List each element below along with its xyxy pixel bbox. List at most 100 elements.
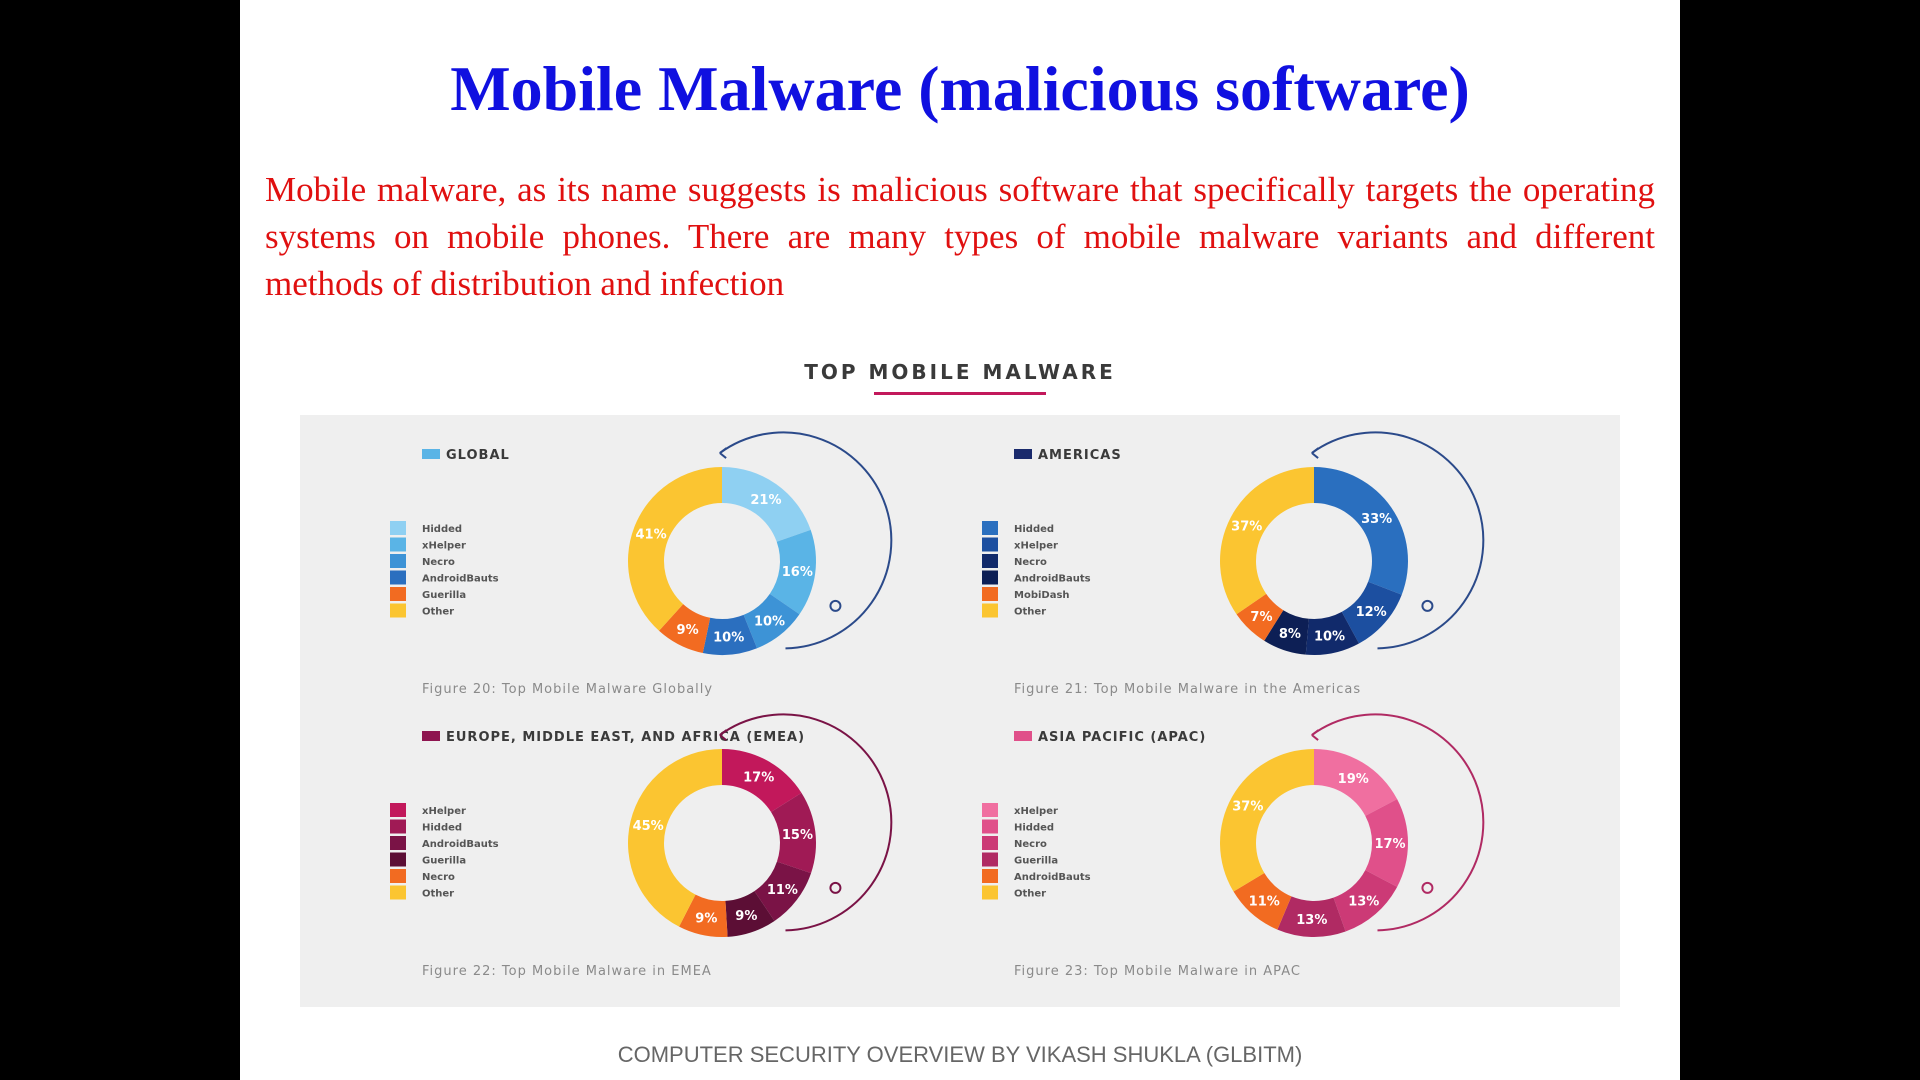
- cycle-arrow-end-global: [829, 599, 842, 612]
- legend-swatch-global-3: [390, 570, 406, 585]
- legend-label-americas-0: Hidded: [1014, 524, 1054, 535]
- legend-swatch-americas-0: [982, 521, 998, 535]
- cycle-arrow-head-americas: [1311, 447, 1320, 459]
- infographic-panel: GLOBAL 21% 16% 10% 10% 9% 41% Hidded xHelper Necr…: [300, 415, 1620, 1007]
- slide: Mobile Malware (malicious software) Mobi…: [240, 0, 1680, 1080]
- legend-swatch-global-1: [390, 537, 406, 552]
- legend-label-asia-pacific-apac-5: Other: [1014, 889, 1046, 900]
- legend-label-asia-pacific-apac-1: Hidded: [1014, 823, 1054, 834]
- legend-label-europe-middle-east-and-africa-emea-4: Necro: [422, 872, 455, 883]
- legend-swatch-europe-middle-east-and-africa-emea-2: [390, 836, 406, 850]
- legend-label-global-2: Necro: [422, 557, 455, 568]
- legend-swatch-asia-pacific-apac-5: [982, 885, 998, 900]
- slide-title: Mobile Malware (malicious software): [450, 53, 1470, 124]
- slice-label-asia-pacific-apac-1: 17%: [1374, 837, 1405, 852]
- legend-swatch-global-5: [390, 603, 406, 618]
- slice-label-asia-pacific-apac-0: 19%: [1338, 772, 1369, 787]
- caption-europe-middle-east-and-africa-emea: Figure 22: Top Mobile Malware in EMEA: [422, 964, 712, 979]
- chart-asia-pacific-apac: ASIA PACIFIC (APAC) 19% 17% 13% 13% 11% 37% xHe…: [982, 713, 1485, 979]
- region-label-asia-pacific-apac: ASIA PACIFIC (APAC): [1038, 730, 1206, 745]
- legend-label-asia-pacific-apac-4: AndroidBauts: [1014, 872, 1091, 883]
- slice-label-europe-middle-east-and-africa-emea-0: 17%: [743, 770, 774, 785]
- slice-label-europe-middle-east-and-africa-emea-5: 45%: [633, 819, 664, 834]
- donut-slice-americas-0: [1314, 467, 1408, 595]
- region-label-americas: AMERICAS: [1038, 448, 1122, 463]
- legend-swatch-asia-pacific-apac-1: [982, 819, 998, 834]
- legend-label-global-5: Other: [422, 607, 454, 618]
- legend-swatch-asia-pacific-apac-2: [982, 836, 998, 850]
- chart-europe-middle-east-and-africa-emea: EUROPE, MIDDLE EAST, AND AFRICA (EMEA) 17…: [390, 713, 893, 979]
- caption-asia-pacific-apac: Figure 23: Top Mobile Malware in APAC: [1014, 964, 1301, 979]
- legend-label-asia-pacific-apac-2: Necro: [1014, 839, 1047, 850]
- slice-label-americas-0: 33%: [1361, 512, 1392, 527]
- slice-label-americas-4: 7%: [1250, 610, 1272, 625]
- region-swatch-asia-pacific-apac: [1014, 731, 1032, 741]
- cycle-arrow-head-global: [719, 447, 728, 459]
- cycle-arrow-end-asia-pacific-apac: [1421, 881, 1434, 894]
- legend-swatch-global-0: [390, 521, 406, 535]
- legend-swatch-asia-pacific-apac-0: [982, 803, 998, 817]
- legend-swatch-americas-3: [982, 570, 998, 585]
- region-swatch-americas: [1014, 449, 1032, 459]
- legend-label-americas-2: Necro: [1014, 557, 1047, 568]
- legend-label-europe-middle-east-and-africa-emea-2: AndroidBauts: [422, 839, 499, 850]
- legend-swatch-asia-pacific-apac-4: [982, 869, 998, 883]
- legend-label-asia-pacific-apac-0: xHelper: [1014, 806, 1058, 817]
- legend-label-global-0: Hidded: [422, 524, 462, 535]
- legend-label-americas-3: AndroidBauts: [1014, 574, 1091, 585]
- infographic-title-underline: [874, 392, 1046, 395]
- slide-description: Mobile malware, as its name suggests is …: [265, 170, 1655, 303]
- region-label-global: GLOBAL: [446, 448, 510, 463]
- slice-label-global-1: 16%: [782, 565, 813, 580]
- infographic-title: TOP MOBILE MALWARE: [804, 360, 1116, 384]
- cycle-arrow-end-europe-middle-east-and-africa-emea: [829, 881, 842, 894]
- legend-swatch-global-4: [390, 587, 406, 601]
- slice-label-americas-1: 12%: [1356, 605, 1387, 620]
- legend-swatch-europe-middle-east-and-africa-emea-3: [390, 852, 406, 867]
- slice-label-asia-pacific-apac-5: 37%: [1232, 800, 1263, 815]
- slice-label-americas-3: 8%: [1279, 627, 1301, 642]
- donut-slice-asia-pacific-apac-5: [1220, 749, 1314, 892]
- cycle-arrow-end-americas: [1421, 599, 1434, 612]
- legend-label-europe-middle-east-and-africa-emea-5: Other: [422, 889, 454, 900]
- legend-swatch-europe-middle-east-and-africa-emea-5: [390, 885, 406, 900]
- legend-label-europe-middle-east-and-africa-emea-0: xHelper: [422, 806, 466, 817]
- slice-label-europe-middle-east-and-africa-emea-3: 9%: [735, 909, 757, 924]
- region-swatch-europe-middle-east-and-africa-emea: [422, 731, 440, 741]
- chart-global: GLOBAL 21% 16% 10% 10% 9% 41% Hidded xHelper Necr…: [390, 431, 893, 697]
- legend-label-americas-5: Other: [1014, 607, 1046, 618]
- slice-label-asia-pacific-apac-2: 13%: [1348, 894, 1379, 909]
- legend-label-europe-middle-east-and-africa-emea-3: Guerilla: [422, 856, 466, 867]
- slice-label-europe-middle-east-and-africa-emea-2: 11%: [767, 883, 798, 898]
- chart-americas: AMERICAS 33% 12% 10% 8% 7% 37% Hidded xHelper Nec…: [982, 431, 1485, 697]
- caption-global: Figure 20: Top Mobile Malware Globally: [422, 682, 713, 697]
- slice-label-global-4: 9%: [677, 623, 699, 638]
- slice-label-asia-pacific-apac-3: 13%: [1296, 913, 1327, 928]
- slice-label-americas-2: 10%: [1314, 629, 1345, 644]
- region-swatch-global: [422, 449, 440, 459]
- charts-canvas: GLOBAL 21% 16% 10% 10% 9% 41% Hidded xHelper Necr…: [390, 431, 1485, 979]
- legend-swatch-americas-2: [982, 554, 998, 568]
- legend-label-global-1: xHelper: [422, 541, 466, 552]
- slice-label-global-3: 10%: [713, 631, 744, 646]
- slice-label-global-2: 10%: [754, 614, 785, 629]
- legend-label-americas-1: xHelper: [1014, 541, 1058, 552]
- legend-swatch-europe-middle-east-and-africa-emea-0: [390, 803, 406, 817]
- slice-label-global-5: 41%: [635, 528, 666, 543]
- legend-swatch-americas-5: [982, 603, 998, 618]
- slice-label-asia-pacific-apac-4: 11%: [1249, 894, 1280, 909]
- legend-label-global-4: Guerilla: [422, 590, 466, 601]
- legend-swatch-europe-middle-east-and-africa-emea-1: [390, 819, 406, 834]
- slice-label-europe-middle-east-and-africa-emea-1: 15%: [782, 828, 813, 843]
- region-label-europe-middle-east-and-africa-emea: EUROPE, MIDDLE EAST, AND AFRICA (EMEA): [446, 730, 805, 745]
- donut-slice-global-5: [627, 467, 722, 631]
- caption-americas: Figure 21: Top Mobile Malware in the Ame…: [1014, 682, 1361, 697]
- slice-label-global-0: 21%: [750, 493, 781, 508]
- legend-swatch-americas-1: [982, 537, 998, 552]
- legend-swatch-global-2: [390, 554, 406, 568]
- slide-footer: COMPUTER SECURITY OVERVIEW BY VIKASH SHU…: [617, 1042, 1303, 1067]
- donut-slice-americas-5: [1220, 467, 1314, 615]
- legend-swatch-asia-pacific-apac-3: [982, 852, 998, 867]
- legend-swatch-europe-middle-east-and-africa-emea-4: [390, 869, 406, 883]
- cycle-arrow-head-asia-pacific-apac: [1311, 729, 1320, 741]
